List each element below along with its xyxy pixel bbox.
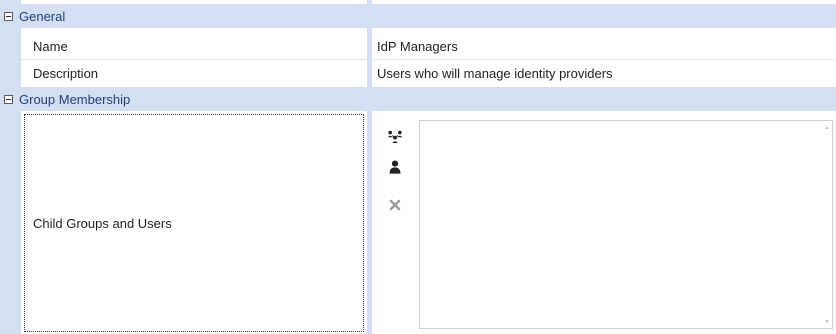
property-name-value[interactable]: IdP Managers — [377, 33, 458, 59]
category-general-title: General — [19, 8, 66, 24]
category-general-fill — [372, 4, 836, 28]
scroll-down-arrow-icon[interactable] — [825, 320, 829, 323]
property-description-label: Description — [33, 65, 99, 81]
child-groups-listbox[interactable] — [419, 120, 833, 329]
property-name-label: Name — [33, 38, 68, 54]
property-description-value[interactable]: Users who will manage identity providers — [377, 60, 613, 86]
property-child-groups-label[interactable]: Child Groups and Users — [24, 114, 364, 332]
scroll-up-arrow-icon[interactable] — [825, 126, 829, 129]
collapse-general-toggle[interactable] — [4, 11, 13, 21]
user-icon — [389, 160, 401, 174]
remove-member-button[interactable] — [385, 196, 405, 214]
group-icon — [387, 130, 403, 143]
category-group-membership-fill — [372, 87, 836, 111]
remove-x-icon — [389, 199, 401, 211]
property-row-description[interactable]: Description Users who will manage identi… — [0, 60, 836, 86]
child-groups-label-text: Child Groups and Users — [33, 215, 172, 231]
property-row-name[interactable]: Name IdP Managers — [0, 33, 836, 59]
collapse-group-membership-toggle[interactable] — [4, 94, 13, 104]
add-user-button[interactable] — [385, 158, 405, 176]
add-group-button[interactable] — [385, 128, 405, 146]
property-grid: General Name IdP Managers Description Us… — [0, 0, 836, 334]
category-group-membership-title: Group Membership — [19, 91, 131, 107]
category-general[interactable]: General — [0, 4, 836, 28]
category-group-membership[interactable]: Group Membership — [0, 87, 836, 111]
